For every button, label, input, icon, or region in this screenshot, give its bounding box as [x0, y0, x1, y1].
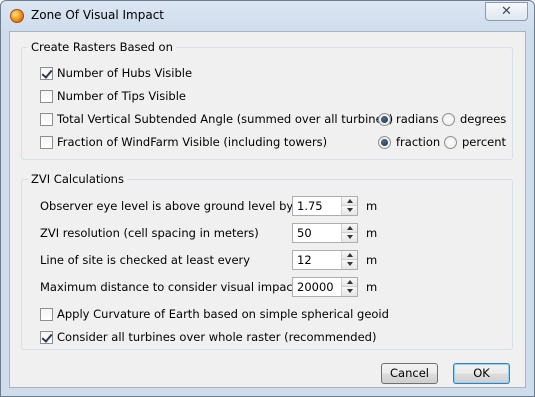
create-rasters-group: Create Rasters Based on Number of Hubs V… [21, 40, 513, 160]
max-distance-stepper[interactable] [292, 277, 358, 297]
fraction-label: fraction [396, 135, 441, 149]
curvature-checkbox[interactable] [40, 308, 53, 321]
eye-level-up-arrow-icon[interactable] [341, 197, 357, 206]
line-of-site-down-arrow-icon[interactable] [341, 260, 357, 269]
eye-level-down-arrow-icon[interactable] [341, 206, 357, 215]
subtended-angle-option: Total Vertical Subtended Angle (summed o… [22, 111, 512, 127]
subtended-angle-label: Total Vertical Subtended Angle (summed o… [57, 112, 394, 126]
all-turbines-checkbox[interactable] [40, 331, 53, 344]
fraction-visible-checkbox[interactable] [40, 136, 53, 149]
max-distance-down-arrow-icon[interactable] [341, 287, 357, 296]
radians-radio[interactable] [378, 113, 391, 126]
line-of-site-label: Line of site is checked at least every [40, 253, 251, 267]
max-distance-unit: m [366, 280, 378, 294]
percent-label: percent [462, 135, 507, 149]
fraction-radio[interactable] [378, 136, 391, 149]
fraction-visible-label: Fraction of WindFarm Visible (including … [57, 135, 328, 149]
all-turbines-label: Consider all turbines over whole raster … [57, 330, 377, 344]
resolution-stepper[interactable] [292, 223, 358, 243]
window-title: Zone Of Visual Impact [31, 8, 164, 22]
zvi-calculations-group: ZVI Calculations Observer eye level is a… [21, 172, 513, 350]
resolution-unit: m [366, 226, 378, 240]
max-distance-label: Maximum distance to consider visual impa… [40, 280, 298, 294]
create-rasters-legend: Create Rasters Based on [28, 40, 176, 55]
eye-level-stepper[interactable] [292, 196, 358, 216]
hubs-visible-checkbox[interactable] [40, 67, 53, 80]
zvi-calculations-legend: ZVI Calculations [28, 172, 127, 187]
radians-label: radians [396, 112, 439, 126]
eye-level-label: Observer eye level is above ground level… [40, 199, 294, 213]
degrees-label: degrees [460, 112, 507, 126]
dialog-window: Zone Of Visual Impact ✕ Create Rasters B… [0, 0, 535, 397]
tips-visible-label: Number of Tips Visible [57, 89, 186, 103]
line-of-site-stepper[interactable] [292, 250, 358, 270]
app-icon [10, 9, 24, 23]
max-distance-up-arrow-icon[interactable] [341, 278, 357, 287]
eye-level-unit: m [366, 199, 378, 213]
close-button[interactable]: ✕ [485, 2, 528, 21]
max-distance-input[interactable] [293, 278, 341, 296]
resolution-down-arrow-icon[interactable] [341, 233, 357, 242]
resolution-label: ZVI resolution (cell spacing in meters) [40, 226, 259, 240]
title-bar[interactable]: Zone Of Visual Impact ✕ [1, 1, 534, 31]
tips-visible-checkbox[interactable] [40, 90, 53, 103]
line-of-site-unit: m [366, 253, 378, 267]
ok-button[interactable]: OK [453, 363, 510, 384]
eye-level-input[interactable] [293, 197, 341, 215]
fraction-visible-option: Fraction of WindFarm Visible (including … [22, 134, 512, 150]
curvature-label: Apply Curvature of Earth based on simple… [57, 307, 389, 321]
resolution-up-arrow-icon[interactable] [341, 224, 357, 233]
cancel-button[interactable]: Cancel [381, 363, 438, 384]
degrees-radio[interactable] [442, 113, 455, 126]
hubs-visible-label: Number of Hubs Visible [57, 66, 193, 80]
line-of-site-up-arrow-icon[interactable] [341, 251, 357, 260]
percent-radio[interactable] [444, 136, 457, 149]
dialog-body: Create Rasters Based on Number of Hubs V… [9, 31, 526, 388]
line-of-site-input[interactable] [293, 251, 341, 269]
resolution-input[interactable] [293, 224, 341, 242]
subtended-angle-checkbox[interactable] [40, 113, 53, 126]
